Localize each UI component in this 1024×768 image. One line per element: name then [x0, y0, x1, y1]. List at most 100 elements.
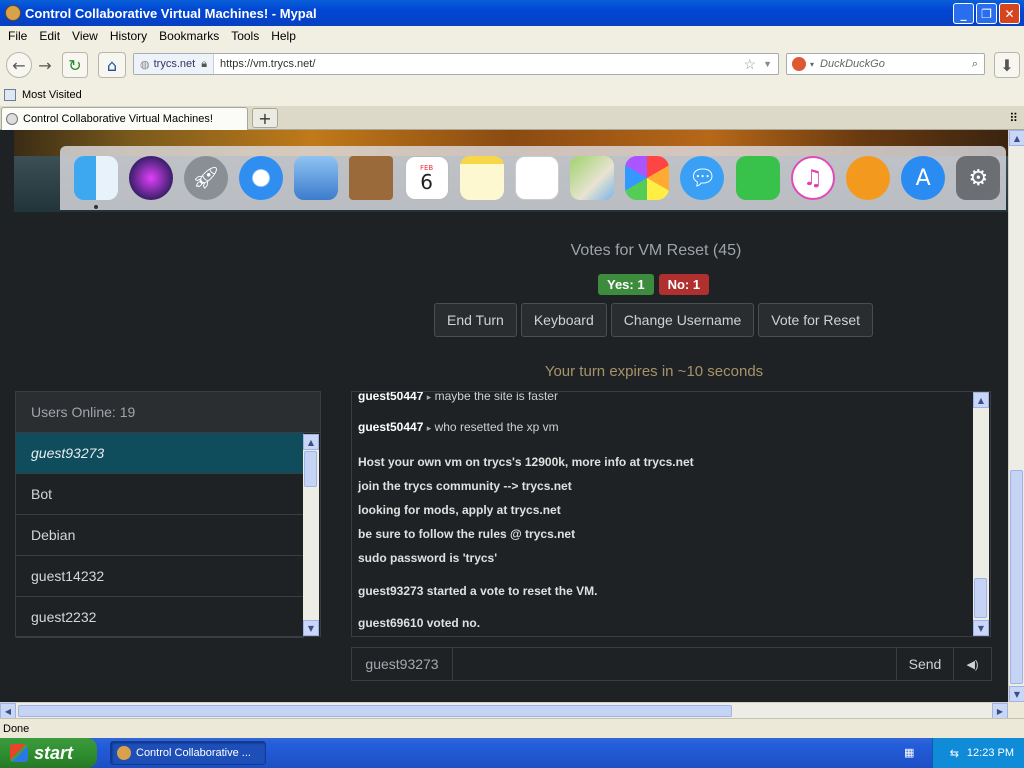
- dock-item-reminders[interactable]: [509, 153, 564, 203]
- dock-item-itunes[interactable]: ♫: [785, 153, 840, 203]
- windows-taskbar: start Control Collaborative ... ▦ ⇆ 12:2…: [0, 738, 1024, 768]
- menu-tools[interactable]: Tools: [225, 29, 265, 43]
- running-indicator: [93, 205, 98, 209]
- lock-icon: 🔒︎: [201, 57, 208, 70]
- chat-input[interactable]: [453, 648, 896, 680]
- url-bar[interactable]: ◍ trycs.net 🔒︎ https://vm.trycs.net/ ☆ ▼: [133, 53, 779, 75]
- chat-scrollbar[interactable]: ▲ ▼: [973, 392, 989, 636]
- reminders-icon: [514, 156, 559, 200]
- search-box[interactable]: ▾ DuckDuckGo ⌕: [786, 53, 985, 75]
- start-button[interactable]: start: [0, 738, 97, 768]
- tab-list-icon[interactable]: ⠿: [1009, 111, 1018, 125]
- chat-username: guest50447: [358, 391, 424, 403]
- menu-edit[interactable]: Edit: [33, 29, 66, 43]
- user-item[interactable]: Debian: [16, 515, 304, 556]
- tab-active[interactable]: Control Collaborative Virtual Machines!: [1, 107, 248, 130]
- menu-history[interactable]: History: [104, 29, 153, 43]
- site-identity[interactable]: ◍ trycs.net 🔒︎: [134, 54, 215, 74]
- dock-item-messages[interactable]: 💬︎: [675, 153, 730, 203]
- scroll-up-icon[interactable]: ▲: [303, 434, 319, 450]
- change-username-button[interactable]: Change Username: [610, 303, 755, 337]
- horizontal-scroll-thumb[interactable]: [18, 705, 732, 717]
- dock-item-system-preferences[interactable]: ⚙: [951, 153, 1006, 203]
- dock-item-books[interactable]: [840, 153, 895, 203]
- chat-text: who resetted the xp vm: [434, 420, 559, 434]
- most-visited-link[interactable]: Most Visited: [22, 89, 82, 101]
- user-item[interactable]: guest14232: [16, 556, 304, 597]
- page-scroll-thumb[interactable]: [1010, 470, 1023, 684]
- scroll-right-icon[interactable]: ▶: [992, 703, 1008, 719]
- dock-item-maps[interactable]: [565, 153, 620, 203]
- bookmark-star-icon[interactable]: ☆: [743, 56, 756, 73]
- dock-item-appstore[interactable]: A: [896, 153, 951, 203]
- dock-item-siri[interactable]: [123, 153, 178, 203]
- forward-button[interactable]: →: [34, 52, 56, 78]
- scroll-left-icon[interactable]: ◀: [0, 703, 16, 719]
- dock-item-notes[interactable]: [454, 153, 509, 203]
- scroll-up-icon[interactable]: ▲: [1009, 130, 1024, 146]
- dock-item-safari[interactable]: [234, 153, 289, 203]
- network-icon[interactable]: ⇆: [950, 747, 959, 760]
- dock-item-contacts[interactable]: [344, 153, 399, 203]
- send-button[interactable]: Send: [896, 648, 953, 680]
- dock-item-calendar[interactable]: FEB 6: [399, 153, 454, 203]
- keyboard-button[interactable]: Keyboard: [520, 303, 607, 337]
- scroll-down-icon[interactable]: ▼: [303, 620, 319, 636]
- most-visited-icon: [4, 89, 16, 101]
- system-preferences-icon: ⚙: [956, 156, 1001, 200]
- scroll-down-icon[interactable]: ▼: [973, 620, 989, 636]
- menu-help[interactable]: Help: [265, 29, 302, 43]
- dock-item-photos[interactable]: [620, 153, 675, 203]
- chat-arrow-icon: ▸: [426, 392, 432, 402]
- dock-item-mail[interactable]: [289, 153, 344, 203]
- chat-system-message: join the trycs community --> trycs.net: [358, 479, 572, 493]
- taskbar-window-button[interactable]: Control Collaborative ...: [110, 741, 266, 765]
- dock-item-finder[interactable]: [68, 153, 123, 209]
- messages-icon: 💬︎: [680, 156, 725, 200]
- back-arrow-icon: ←: [12, 55, 26, 75]
- restore-button[interactable]: ❐: [976, 3, 997, 24]
- user-item[interactable]: guest93273: [16, 433, 304, 474]
- home-button[interactable]: ⌂: [98, 52, 126, 78]
- volume-button[interactable]: ◀): [953, 648, 991, 680]
- search-engine-dropdown-icon[interactable]: ▾: [810, 60, 814, 69]
- dock-item-launchpad[interactable]: 🚀︎: [178, 153, 233, 203]
- page-vertical-scrollbar[interactable]: ▲ ▼: [1008, 130, 1024, 702]
- clock[interactable]: 12:23 PM: [967, 747, 1014, 759]
- chat-input-row: guest93273 Send ◀): [351, 647, 992, 681]
- calendar-day: 6: [420, 170, 433, 194]
- user-item[interactable]: guest2232: [16, 597, 304, 638]
- mypal-app-icon: [5, 5, 21, 21]
- url-dropdown-icon[interactable]: ▼: [763, 59, 772, 69]
- launchpad-icon: 🚀︎: [183, 156, 228, 200]
- vm-screen[interactable]: 🚀︎ FEB 6 💬︎ ♫ A ⚙: [14, 130, 1008, 212]
- close-button[interactable]: ✕: [999, 3, 1020, 24]
- url-text: https://vm.trycs.net/: [220, 58, 316, 70]
- menu-view[interactable]: View: [66, 29, 104, 43]
- chat-scroll-thumb[interactable]: [974, 578, 987, 618]
- maps-icon: [570, 156, 615, 200]
- chat-message: guest50447 ▸ maybe the site is faster: [358, 391, 973, 405]
- vote-no-badge: No: 1: [658, 274, 710, 295]
- dock-item-facetime[interactable]: [730, 153, 785, 203]
- vote-title: Votes for VM Reset (45): [570, 242, 742, 259]
- users-scrollbar[interactable]: ▲ ▼: [303, 434, 319, 636]
- chat-system-message: looking for mods, apply at trycs.net: [358, 503, 561, 517]
- menu-file[interactable]: File: [2, 29, 33, 43]
- new-tab-button[interactable]: +: [252, 108, 278, 128]
- page-horizontal-scrollbar[interactable]: ◀ ▶: [0, 702, 1008, 719]
- download-arrow-icon: ⬇: [1000, 55, 1014, 75]
- search-icon[interactable]: ⌕: [972, 58, 978, 71]
- menu-bookmarks[interactable]: Bookmarks: [153, 29, 225, 43]
- downloads-button[interactable]: ⬇: [994, 52, 1020, 78]
- users-scroll-thumb[interactable]: [304, 451, 317, 487]
- reload-button[interactable]: ↻: [62, 52, 88, 78]
- back-button[interactable]: ←: [6, 52, 32, 78]
- scroll-up-icon[interactable]: ▲: [973, 392, 989, 408]
- vote-reset-button[interactable]: Vote for Reset: [758, 303, 873, 337]
- keyboard-tray-icon[interactable]: ▦: [904, 746, 914, 759]
- user-item[interactable]: Bot: [16, 474, 304, 515]
- scroll-down-icon[interactable]: ▼: [1009, 686, 1024, 702]
- minimize-button[interactable]: _: [953, 3, 974, 24]
- end-turn-button[interactable]: End Turn: [434, 303, 517, 337]
